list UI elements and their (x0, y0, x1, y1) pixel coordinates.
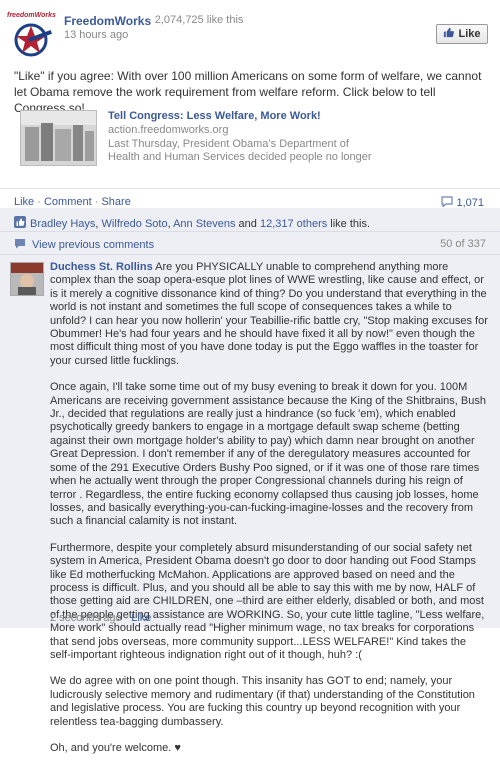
commenter-name-link[interactable]: Duchess St. Rollins (50, 261, 153, 273)
link-title[interactable]: Tell Congress: Less Welfare, More Work! (108, 110, 321, 122)
likers-others-link[interactable]: 12,317 others (260, 218, 327, 230)
page-likes-count: · 2,074,725 like this (148, 14, 244, 26)
like-action-link[interactable]: Like (14, 196, 34, 208)
comment-paragraph: We do agree with on one point though. Th… (50, 675, 475, 728)
divider (0, 231, 500, 232)
link-attachment[interactable]: Tell Congress: Less Welfare, More Work! … (14, 106, 484, 166)
separator-dot: · (37, 196, 44, 208)
comment-paragraph: Oh, and you're welcome. ♥ (50, 742, 181, 754)
like-page-button[interactable]: Like (436, 24, 488, 44)
freedomworks-logo[interactable]: freedomWorks (6, 8, 56, 58)
post-actions: Like · Comment · Share (14, 196, 131, 208)
comment-meta: 2 seconds ago · Like (50, 612, 151, 624)
svg-text:freedomWorks: freedomWorks (7, 12, 56, 19)
view-previous-comments[interactable]: View previous comments (14, 238, 154, 252)
comment-paragraph: Are you PHYSICALLY unable to comprehend … (50, 261, 488, 367)
likers-sentence: Bradley Hays, Wilfredo Soto, Ann Stevens… (14, 216, 370, 231)
comment-like-link[interactable]: Like (131, 612, 151, 624)
separator-dot: · (124, 612, 129, 624)
post-header: freedomWorks FreedomWorks · 2,074,725 li… (0, 0, 500, 60)
commenter-avatar[interactable] (10, 262, 44, 296)
comments-stack-icon (14, 238, 26, 252)
divider (0, 188, 500, 189)
link-domain: action.freedomworks.org (108, 124, 229, 136)
view-previous-label: View previous comments (32, 239, 155, 251)
link-thumbnail[interactable] (20, 110, 97, 166)
comment-paragraph: Furthermore, despite your completely abs… (50, 541, 485, 661)
likers-and-text: and (238, 217, 257, 230)
like-page-label: Like (458, 28, 481, 40)
comment-paragraph: Once again, I'll take some time out of m… (50, 381, 486, 528)
comment-action-link[interactable]: Comment (44, 196, 92, 208)
comment-timestamp[interactable]: 2 seconds ago (50, 612, 122, 624)
divider (0, 254, 500, 255)
share-action-link[interactable]: Share (101, 196, 130, 208)
liker-name-link[interactable]: Wilfredo Soto (102, 218, 168, 230)
page-name-link[interactable]: FreedomWorks (64, 14, 151, 28)
comments-pagination-count: 50 of 337 (440, 238, 486, 250)
link-description: Last Thursday, President Obama’s Departm… (108, 138, 372, 163)
post-timestamp[interactable]: 13 hours ago (64, 29, 128, 41)
liker-name-link[interactable]: Bradley Hays (30, 218, 95, 230)
thumbs-up-icon (443, 27, 455, 41)
liker-name-link[interactable]: Ann Stevens (173, 218, 235, 230)
thumbs-up-icon (14, 216, 26, 231)
likes-count-text: 2,074,725 like this (154, 14, 244, 26)
comment-body: Duchess St. Rollins Are you PHYSICALLY u… (50, 261, 488, 768)
likers-suffix: like this. (330, 217, 371, 230)
